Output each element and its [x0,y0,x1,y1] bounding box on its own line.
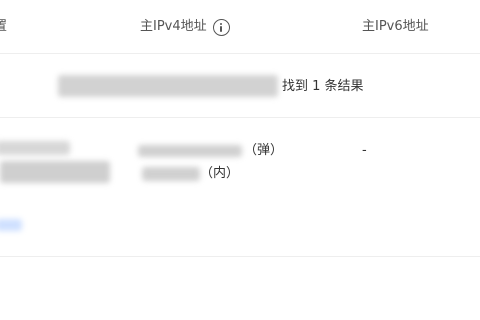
column-header-primary-ipv4-label: 主IPv4地址 [140,19,207,34]
table-row: （弹） （内） - [0,119,480,257]
column-header-partial: 置 [0,19,8,34]
table-header: 置 主IPv4地址 主IPv6地址 [0,0,480,54]
redacted-private-ipv4 [142,167,200,181]
ipv4-private-tag: （内） [200,166,240,181]
redacted-instance-name[interactable] [0,141,70,155]
info-icon[interactable] [212,18,230,36]
search-result-count: 找到 1 条结果 [282,79,364,94]
search-result-row: 找到 1 条结果 [0,55,480,118]
redacted-public-ipv4 [138,145,242,157]
redacted-instance-id [0,161,110,183]
redacted-search-text [58,75,278,97]
redacted-link[interactable] [0,219,22,231]
column-header-primary-ipv4: 主IPv4地址 [140,17,230,37]
column-header-primary-ipv6: 主IPv6地址 [362,19,429,34]
ipv4-public-tag: （弹） [244,143,284,158]
ipv6-value: - [362,143,367,158]
